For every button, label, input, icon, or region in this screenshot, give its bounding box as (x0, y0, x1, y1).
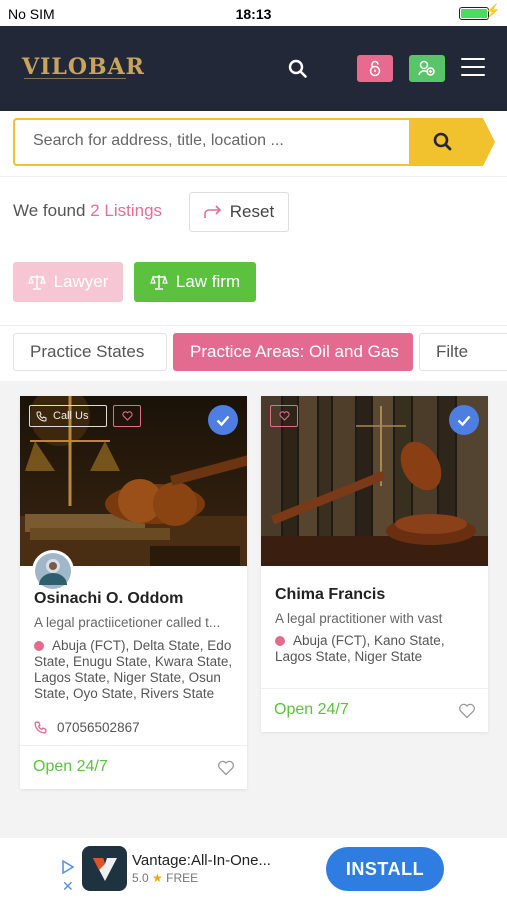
star-icon: ★ (152, 871, 163, 885)
register-button[interactable] (409, 55, 445, 82)
filter-practice-states[interactable]: Practice States (13, 333, 167, 371)
open-status: Open 24/7 (274, 701, 349, 718)
listing-phone-number: 07056502867 (57, 720, 140, 735)
login-button[interactable] (357, 55, 393, 82)
call-us-label: Call Us (53, 410, 89, 422)
category-lawyer[interactable]: Lawyer (13, 262, 123, 302)
listing-card[interactable]: Call Us Osinachi O. Oddom A legal practi… (20, 396, 247, 789)
bookmark-button[interactable] (270, 405, 298, 427)
listing-locations: Abuja (FCT), Delta State, Edo State, Enu… (34, 638, 239, 702)
avatar[interactable] (32, 550, 74, 592)
category-law-firm[interactable]: Law firm (134, 262, 256, 302)
phone-icon (34, 721, 47, 734)
install-button[interactable]: INSTALL (326, 847, 444, 891)
listing-description: A legal practitioner with vast (275, 611, 443, 626)
globe-icon (275, 636, 285, 646)
checkmark-icon (457, 415, 471, 426)
ad-title[interactable]: Vantage:All-In-One... (132, 852, 271, 869)
ad-choices-icon[interactable] (61, 860, 75, 874)
listing-count: 2 Listings (90, 201, 163, 220)
open-status: Open 24/7 (33, 758, 108, 775)
clock: 18:13 (235, 6, 272, 22)
search-button[interactable] (409, 118, 495, 166)
listing-name[interactable]: Osinachi O. Oddom (34, 590, 183, 608)
divider (0, 176, 507, 177)
filter-practice-areas[interactable]: Practice Areas: Oil and Gas (173, 333, 413, 371)
share-arrow-icon (203, 205, 221, 218)
globe-icon (34, 641, 44, 651)
filter-more[interactable]: Filte (419, 333, 507, 371)
results-count: We found 2 Listings (13, 201, 162, 221)
logo-underline (24, 78, 126, 79)
search-icon[interactable] (288, 59, 308, 79)
ad-rating-value: 5.0 (132, 871, 149, 885)
vilobar-logo[interactable]: VILOBAR (22, 54, 145, 80)
search-input[interactable] (33, 132, 403, 150)
hamburger-menu-icon[interactable] (461, 58, 485, 78)
call-us-button[interactable]: Call Us (29, 405, 107, 427)
results-prefix: We found (13, 201, 86, 220)
add-user-icon (418, 60, 435, 76)
ad-price: FREE (166, 871, 199, 885)
listing-image[interactable]: Call Us (20, 396, 247, 566)
listing-footer: Open 24/7 (20, 745, 247, 789)
heart-icon[interactable] (217, 760, 235, 776)
status-bar: No SIM 18:13 ⚡ (0, 0, 507, 26)
category-law-firm-label: Law firm (175, 272, 241, 291)
listing-locations: Abuja (FCT), Kano State, Lagos State, Ni… (275, 633, 480, 665)
verified-badge (208, 405, 238, 435)
ad-rating: 5.0 ★ FREE (132, 871, 198, 885)
search-bar (13, 118, 495, 166)
heart-icon (121, 411, 133, 421)
listing-locations-text: Abuja (FCT), Kano State, Lagos State, Ni… (275, 633, 445, 664)
lock-icon (369, 60, 381, 77)
bookmark-button[interactable] (113, 405, 141, 427)
verified-badge (449, 405, 479, 435)
heart-icon (278, 411, 290, 421)
listing-footer: Open 24/7 (261, 688, 488, 732)
checkmark-icon (216, 415, 230, 426)
reset-label: Reset (229, 202, 275, 221)
scales-icon (150, 275, 168, 290)
listing-card[interactable]: Chima Francis A legal practitioner with … (261, 396, 488, 732)
listing-description: A legal practiicetioner called t... (34, 615, 221, 630)
category-lawyer-label: Lawyer (53, 272, 109, 291)
listing-image[interactable] (261, 396, 488, 566)
listing-name[interactable]: Chima Francis (275, 586, 385, 604)
app-header: VILOBAR (0, 26, 507, 111)
ad-close-icon[interactable]: ✕ (62, 878, 74, 895)
ad-banner[interactable]: ✕ Vantage:All-In-One... 5.0 ★ FREE INSTA… (0, 838, 507, 900)
listing-phone[interactable]: 07056502867 (34, 720, 140, 735)
filter-bar: Practice States Practice Areas: Oil and … (0, 325, 507, 381)
listing-locations-text: Abuja (FCT), Delta State, Edo State, Enu… (34, 638, 233, 701)
reset-button[interactable]: Reset (189, 192, 289, 232)
scales-icon (27, 275, 46, 290)
heart-icon[interactable] (458, 703, 476, 719)
listing-results: Call Us Osinachi O. Oddom A legal practi… (0, 381, 507, 838)
charging-icon: ⚡ (484, 3, 501, 18)
app-icon[interactable] (82, 846, 127, 891)
search-field[interactable] (13, 118, 411, 166)
phone-icon (36, 411, 47, 422)
